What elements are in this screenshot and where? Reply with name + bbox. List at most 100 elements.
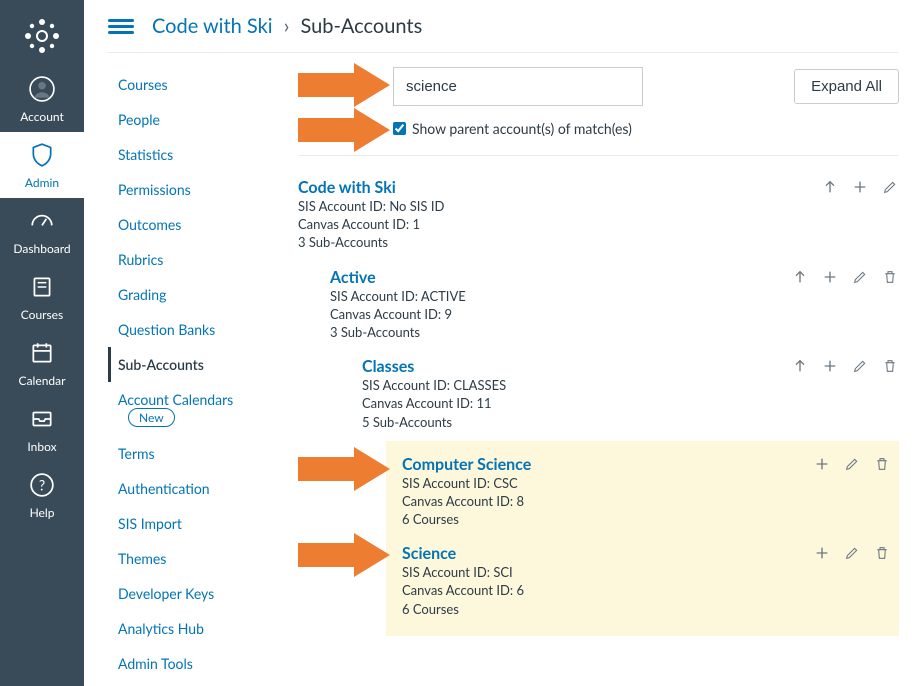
nav-help[interactable]: ? Help xyxy=(0,462,84,528)
account-sis-id: SIS Account ID: CSC xyxy=(402,474,813,492)
account-sis-id: SIS Account ID: ACTIVE xyxy=(330,287,791,305)
nav-account[interactable]: Account xyxy=(0,66,84,132)
nav-label: Help xyxy=(0,505,84,520)
account-nav-label: Authentication xyxy=(118,480,210,497)
account-nav: Courses People Statistics Permissions Outcom… xyxy=(108,67,268,681)
shield-icon xyxy=(0,142,84,171)
show-parent-checkbox[interactable] xyxy=(393,122,406,135)
delete-icon[interactable] xyxy=(873,455,891,473)
account-nav-label: Terms xyxy=(118,445,155,462)
account-node-classes: Classes SIS Account ID: CLASSES Canvas A… xyxy=(362,351,899,441)
topbar: Code with Ski › Sub-Accounts xyxy=(108,8,899,53)
divider xyxy=(298,155,899,156)
account-sis-id: SIS Account ID: No SIS ID xyxy=(298,197,821,215)
hamburger-menu[interactable] xyxy=(108,16,134,36)
account-nav-item[interactable]: Admin Tools xyxy=(108,646,268,681)
account-nav-item[interactable]: Rubrics xyxy=(108,242,268,277)
add-icon[interactable] xyxy=(851,178,869,196)
nav-admin[interactable]: Admin xyxy=(0,132,84,198)
account-nav-item[interactable]: Themes xyxy=(108,541,268,576)
account-nav-label: SIS Import xyxy=(118,515,182,532)
account-canvas-id: Canvas Account ID: 8 xyxy=(402,492,813,510)
edit-icon[interactable] xyxy=(881,178,899,196)
account-nav-label: Statistics xyxy=(118,146,173,163)
account-node-root: Code with Ski SIS Account ID: No SIS ID … xyxy=(298,172,899,262)
nav-calendar[interactable]: Calendar xyxy=(0,330,84,396)
account-nav-item[interactable]: Developer Keys xyxy=(108,576,268,611)
account-node-active: Active SIS Account ID: ACTIVE Canvas Acc… xyxy=(330,262,899,352)
canvas-logo xyxy=(22,16,62,56)
delete-icon[interactable] xyxy=(881,357,899,375)
add-icon[interactable] xyxy=(813,544,831,562)
add-icon[interactable] xyxy=(821,268,839,286)
add-icon[interactable] xyxy=(821,357,839,375)
breadcrumb-current: Sub-Accounts xyxy=(300,14,422,38)
account-coursecount: 6 Courses xyxy=(402,600,813,618)
account-nav-item[interactable]: Analytics Hub xyxy=(108,611,268,646)
annotation-arrow xyxy=(298,63,390,107)
edit-icon[interactable] xyxy=(843,455,861,473)
account-nav-item[interactable]: Terms xyxy=(108,436,268,471)
account-nav-item[interactable]: Authentication xyxy=(108,471,268,506)
account-nav-label: Admin Tools xyxy=(118,655,193,672)
account-nav-item[interactable]: SIS Import xyxy=(108,506,268,541)
account-title[interactable]: Classes xyxy=(362,357,791,376)
account-canvas-id: Canvas Account ID: 6 xyxy=(402,581,813,599)
sub-accounts-panel: Expand All Show parent account(s) of mat… xyxy=(268,67,899,681)
show-parent-label: Show parent account(s) of match(es) xyxy=(412,120,632,137)
breadcrumb: Code with Ski › Sub-Accounts xyxy=(152,14,422,38)
account-nav-label: Courses xyxy=(118,76,168,93)
account-nav-item[interactable]: Account CalendarsNew xyxy=(108,382,268,436)
annotation-arrow xyxy=(298,447,390,491)
account-title[interactable]: Active xyxy=(330,268,791,287)
collapse-icon[interactable] xyxy=(791,357,809,375)
edit-icon[interactable] xyxy=(851,268,869,286)
account-canvas-id: Canvas Account ID: 9 xyxy=(330,305,791,323)
calendar-icon xyxy=(0,340,84,369)
account-nav-item[interactable]: Question Banks xyxy=(108,312,268,347)
collapse-icon[interactable] xyxy=(791,268,809,286)
account-nav-item[interactable]: Statistics xyxy=(108,137,268,172)
delete-icon[interactable] xyxy=(873,544,891,562)
collapse-icon[interactable] xyxy=(821,178,839,196)
nav-label: Calendar xyxy=(0,373,84,388)
account-nav-label: Themes xyxy=(118,550,166,567)
edit-icon[interactable] xyxy=(851,357,869,375)
account-title[interactable]: Code with Ski xyxy=(298,178,821,197)
expand-all-button[interactable]: Expand All xyxy=(794,69,899,104)
account-canvas-id: Canvas Account ID: 1 xyxy=(298,215,821,233)
annotation-arrow xyxy=(298,108,390,152)
account-nav-item[interactable]: Sub-Accounts xyxy=(108,347,268,382)
breadcrumb-root[interactable]: Code with Ski xyxy=(152,14,273,38)
account-nav-label: People xyxy=(118,111,160,128)
account-nav-item[interactable]: Permissions xyxy=(108,172,268,207)
nav-label: Dashboard xyxy=(0,241,84,256)
chevron-right-icon: › xyxy=(284,14,290,38)
account-node-compsci: Computer Science SIS Account ID: CSC Can… xyxy=(402,449,891,539)
account-nav-item[interactable]: People xyxy=(108,102,268,137)
account-nav-item[interactable]: Grading xyxy=(108,277,268,312)
global-nav: Account Admin Dashboard Courses Calendar… xyxy=(0,0,84,686)
add-icon[interactable] xyxy=(813,455,831,473)
account-sis-id: SIS Account ID: CLASSES xyxy=(362,376,791,394)
nav-label: Admin xyxy=(0,175,84,190)
gauge-icon xyxy=(0,208,84,237)
delete-icon[interactable] xyxy=(881,268,899,286)
new-badge: New xyxy=(128,408,175,427)
account-title[interactable]: Science xyxy=(402,544,813,563)
account-nav-item[interactable]: Outcomes xyxy=(108,207,268,242)
nav-dashboard[interactable]: Dashboard xyxy=(0,198,84,264)
account-nav-label: Outcomes xyxy=(118,216,181,233)
account-title[interactable]: Computer Science xyxy=(402,455,813,474)
edit-icon[interactable] xyxy=(843,544,861,562)
account-nav-label: Grading xyxy=(118,286,166,303)
account-nav-label: Account Calendars xyxy=(118,391,233,408)
account-nav-item[interactable]: Courses xyxy=(108,67,268,102)
account-nav-label: Rubrics xyxy=(118,251,163,268)
nav-inbox[interactable]: Inbox xyxy=(0,396,84,462)
nav-label: Account xyxy=(0,109,84,124)
nav-courses[interactable]: Courses xyxy=(0,264,84,330)
account-nav-label: Sub-Accounts xyxy=(118,356,204,373)
search-input[interactable] xyxy=(393,67,643,106)
user-icon xyxy=(0,76,84,105)
